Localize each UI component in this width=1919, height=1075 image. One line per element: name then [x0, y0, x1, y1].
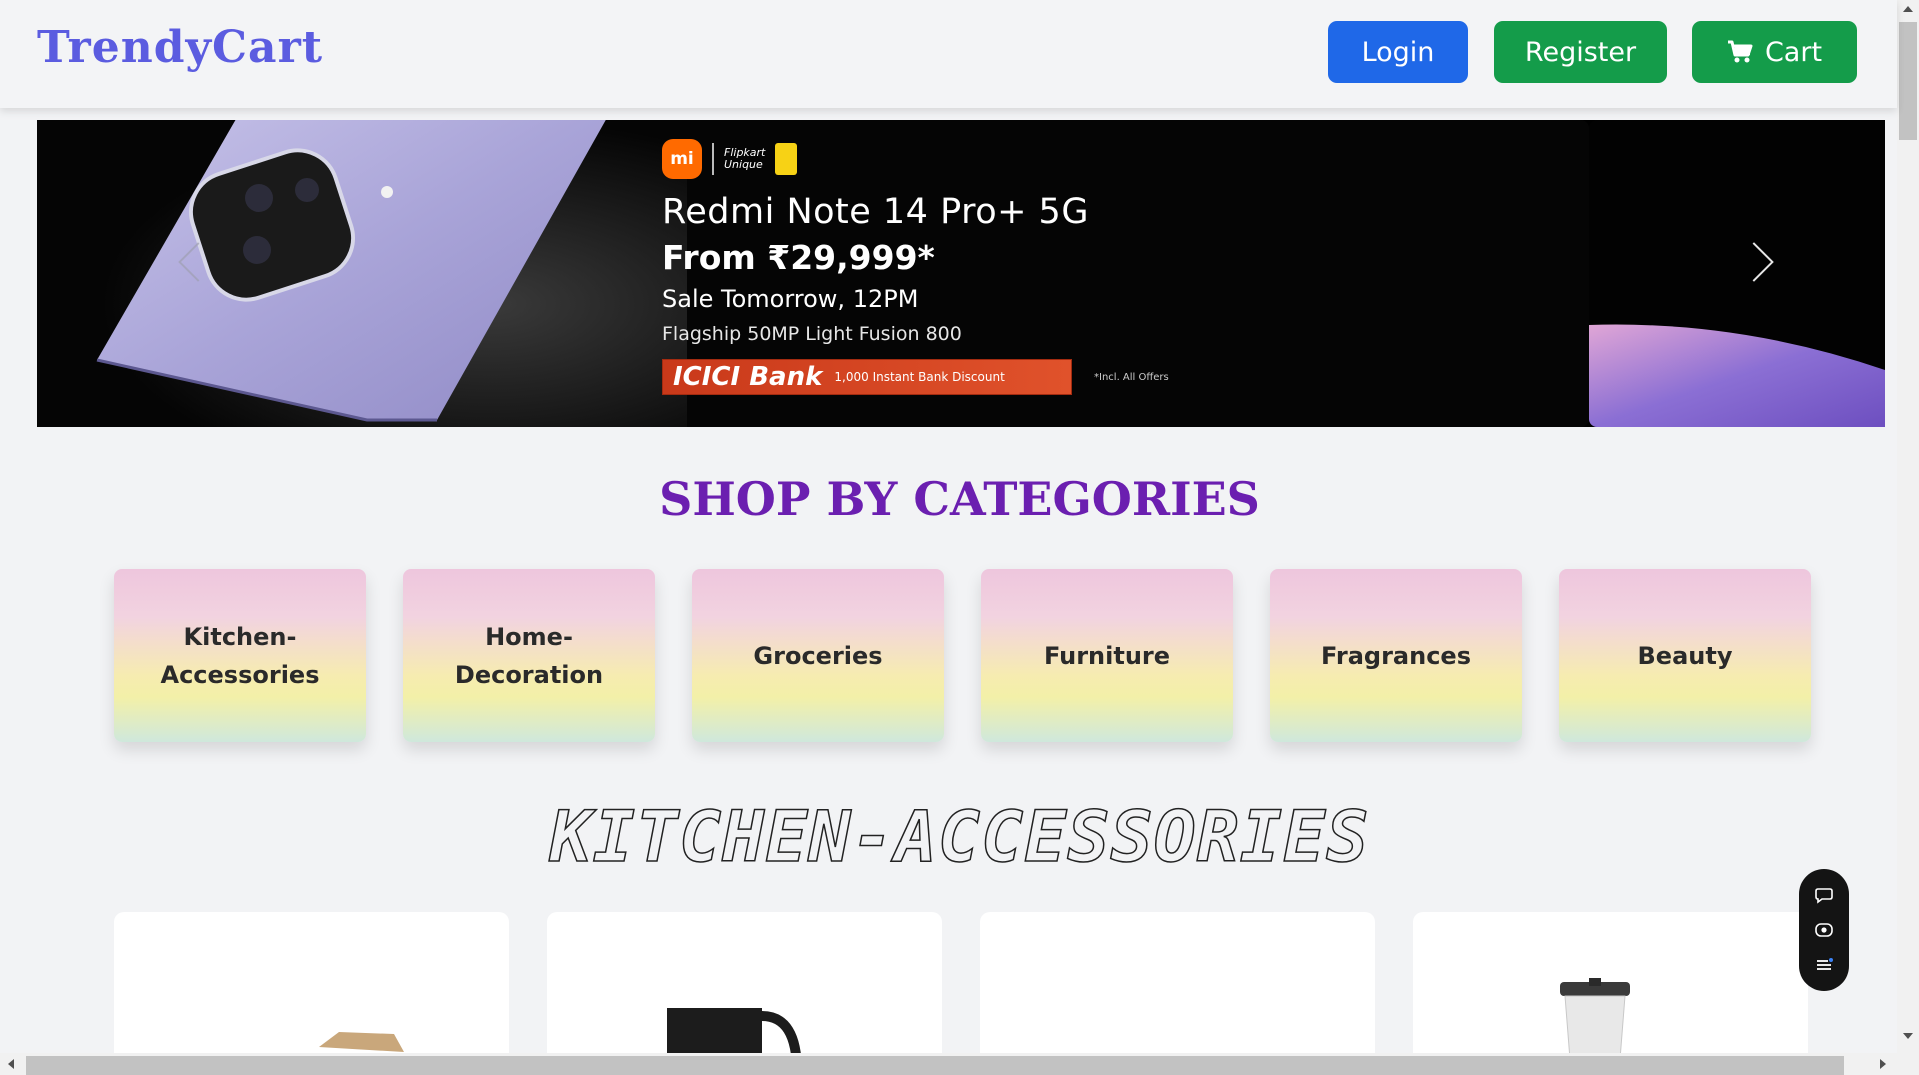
scrollbar-thumb[interactable] — [1899, 22, 1917, 140]
cart-label: Cart — [1764, 36, 1823, 68]
phone-image — [37, 120, 687, 427]
section-heading: KITCHEN-ACCESSORIES — [549, 795, 1370, 879]
product-card[interactable] — [547, 912, 942, 1072]
brand-row: mi Flipkart Unique — [662, 138, 1169, 180]
promo-text: mi Flipkart Unique Redmi Note 14 Pro+ 5G… — [662, 138, 1169, 395]
eye-icon[interactable] — [1814, 920, 1834, 940]
category-card[interactable]: Groceries — [692, 569, 944, 742]
category-card[interactable]: Fragrances — [1270, 569, 1522, 742]
category-card[interactable]: Kitchen-Accessories — [114, 569, 366, 742]
product-price: From ₹29,999* — [662, 238, 935, 277]
floating-tools — [1799, 869, 1849, 991]
carousel-slide-next[interactable] — [1589, 120, 1885, 427]
category-list: Kitchen-Accessories Home-Decoration Groc… — [114, 569, 1811, 742]
product-image — [1560, 978, 1630, 1072]
brand-divider — [712, 143, 714, 175]
categories-heading: SHOP BY CATEGORIES — [659, 472, 1260, 526]
mi-logo: mi — [662, 139, 702, 179]
site-logo[interactable]: TrendyCart — [37, 22, 323, 73]
cart-button[interactable]: Cart — [1692, 21, 1857, 83]
product-card[interactable] — [114, 912, 509, 1072]
category-card[interactable]: Beauty — [1559, 569, 1811, 742]
product-card[interactable] — [980, 912, 1375, 1072]
product-name: Redmi Note 14 Pro+ 5G — [662, 192, 1089, 232]
partner-line-2: Unique — [724, 158, 763, 171]
scroll-right-icon[interactable] — [1880, 1059, 1886, 1069]
product-image — [667, 1008, 802, 1072]
product-card[interactable] — [1413, 912, 1808, 1072]
next-slide-image — [1589, 324, 1885, 427]
horizontal-scrollbar[interactable] — [0, 1053, 1897, 1075]
scrollbar-thumb[interactable] — [26, 1056, 1844, 1075]
bank-offer-strip: ICICI Bank 1,000 Instant Bank Discount — [662, 359, 1072, 395]
sale-info: Sale Tomorrow, 12PM — [662, 285, 919, 313]
scroll-up-icon[interactable] — [1903, 6, 1913, 12]
menu-icon[interactable] — [1814, 955, 1834, 975]
chat-icon[interactable] — [1814, 885, 1834, 905]
promo-carousel[interactable]: mi Flipkart Unique Redmi Note 14 Pro+ 5G… — [37, 120, 1885, 427]
scroll-down-icon[interactable] — [1903, 1033, 1913, 1039]
category-card[interactable]: Home-Decoration — [403, 569, 655, 742]
bank-name: ICICI Bank — [673, 362, 823, 392]
category-card[interactable]: Furniture — [981, 569, 1233, 742]
offer-disclaimer: *Incl. All Offers — [1094, 371, 1169, 383]
register-button[interactable]: Register — [1494, 21, 1667, 83]
partner-name: Flipkart Unique — [724, 147, 765, 171]
carousel-slide-active[interactable]: mi Flipkart Unique Redmi Note 14 Pro+ 5G… — [37, 120, 1589, 427]
site-header: TrendyCart Login Register Cart — [0, 0, 1897, 108]
flipkart-bag-icon — [775, 143, 798, 175]
vertical-scrollbar[interactable] — [1897, 0, 1919, 1075]
scroll-left-icon[interactable] — [8, 1059, 14, 1069]
product-feature: Flagship 50MP Light Fusion 800 — [662, 323, 962, 345]
bank-offer: 1,000 Instant Bank Discount — [834, 370, 1005, 384]
bank-offer-row: ICICI Bank 1,000 Instant Bank Discount *… — [662, 359, 1169, 395]
shopping-cart-icon — [1727, 40, 1753, 63]
login-button[interactable]: Login — [1328, 21, 1468, 83]
product-list — [114, 912, 1808, 1072]
product-image — [319, 1032, 404, 1052]
